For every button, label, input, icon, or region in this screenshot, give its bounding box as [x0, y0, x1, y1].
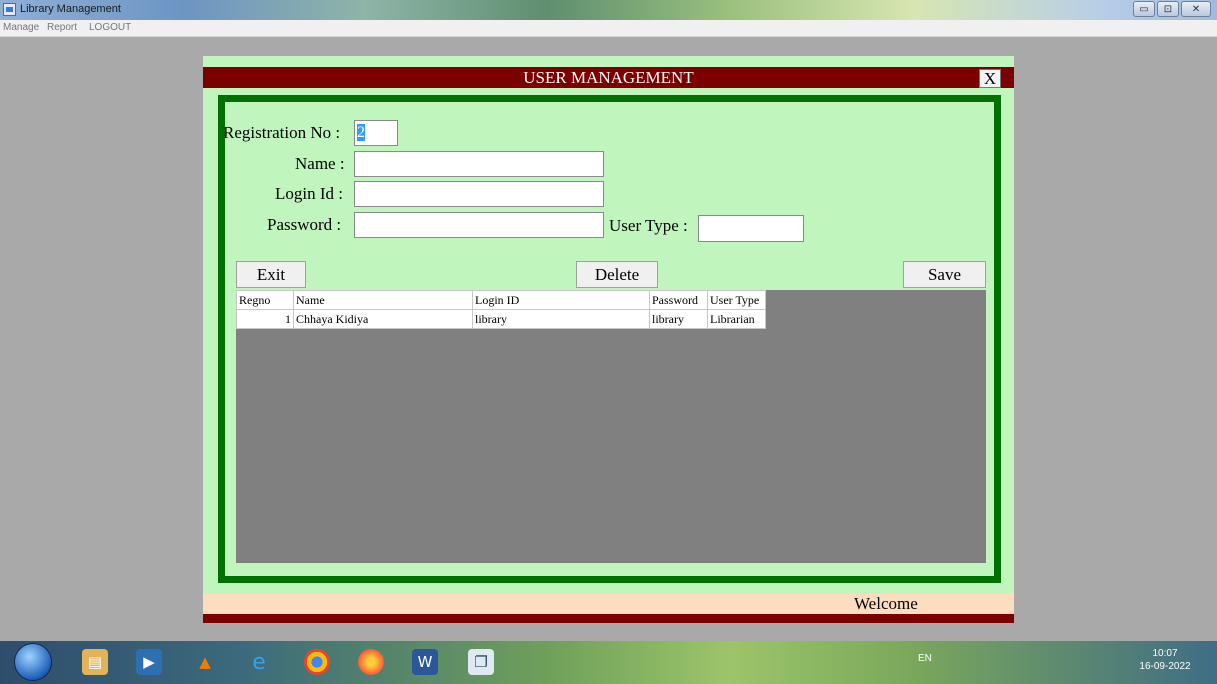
clock-date: 16-09-2022 — [1139, 661, 1191, 672]
media-player-icon[interactable]: ▶ — [136, 649, 162, 675]
column-header-password[interactable]: Password — [649, 290, 708, 310]
window-title: Library Management — [20, 3, 121, 15]
users-grid[interactable]: Regno Name Login ID Password User Type 1… — [236, 290, 986, 563]
save-button[interactable]: Save — [903, 261, 986, 288]
users-table: Regno Name Login ID Password User Type 1… — [236, 290, 766, 329]
status-divider — [203, 614, 1014, 623]
vlc-icon[interactable]: ▲ — [192, 649, 218, 675]
column-header-user-type[interactable]: User Type — [707, 290, 766, 310]
language-indicator[interactable]: EN — [918, 653, 932, 664]
cell-name[interactable]: Chhaya Kidiya — [293, 309, 473, 329]
column-header-name[interactable]: Name — [293, 290, 473, 310]
cell-password[interactable]: library — [649, 309, 708, 329]
user-type-label: User Type : — [609, 216, 688, 235]
status-text: Welcome — [854, 594, 918, 613]
login-id-label: Login Id : — [275, 184, 343, 203]
menu-item-manage[interactable]: Manage — [3, 22, 39, 33]
start-orb-icon[interactable] — [14, 643, 52, 681]
window-controls: ▭ ⊡ ✕ — [1133, 1, 1211, 17]
taskbar: ▤ ▶ ▲ e W ❐ EN 10:07 16-09-2022 — [0, 641, 1217, 684]
delete-button[interactable]: Delete — [576, 261, 658, 288]
clock-time: 10:07 — [1152, 648, 1178, 659]
window-close-button[interactable]: ✕ — [1181, 1, 1211, 17]
system-tray: EN — [918, 653, 932, 664]
regno-label: Registration No : — [223, 123, 341, 142]
regno-field[interactable]: 2 — [354, 120, 398, 146]
app-window-icon[interactable]: ❐ — [468, 649, 494, 675]
login-id-field[interactable] — [354, 181, 604, 207]
minimize-button[interactable]: ▭ — [1133, 1, 1155, 17]
menu-bar: Manage Report LOGOUT — [0, 20, 1217, 37]
column-header-login-id[interactable]: Login ID — [472, 290, 650, 310]
file-explorer-icon[interactable]: ▤ — [82, 649, 108, 675]
column-header-regno[interactable]: Regno — [236, 290, 294, 310]
form-title: USER MANAGEMENT — [203, 67, 1014, 88]
taskbar-clock[interactable]: 10:07 16-09-2022 — [1135, 647, 1195, 673]
user-type-field[interactable] — [698, 215, 804, 242]
password-label: Password : — [267, 215, 342, 234]
form-close-button[interactable]: X — [979, 69, 1001, 88]
status-bar: Welcome — [203, 594, 1014, 614]
user-management-form: USER MANAGEMENT X Registration No : 2 Na… — [203, 56, 1014, 623]
password-field[interactable] — [354, 212, 604, 238]
table-header-row: Regno Name Login ID Password User Type — [236, 290, 766, 310]
regno-value: 2 — [357, 124, 365, 141]
cell-login-id[interactable]: library — [472, 309, 650, 329]
cell-regno[interactable]: 1 — [236, 309, 294, 329]
internet-explorer-icon[interactable]: e — [246, 649, 272, 675]
cell-user-type[interactable]: Librarian — [707, 309, 766, 329]
firefox-icon[interactable] — [358, 649, 384, 675]
menu-item-logout[interactable]: LOGOUT — [89, 22, 131, 33]
window-title-bar: Library Management ▭ ⊡ ✕ — [0, 0, 1217, 20]
word-icon[interactable]: W — [412, 649, 438, 675]
exit-button[interactable]: Exit — [236, 261, 306, 288]
name-field[interactable] — [354, 151, 604, 177]
table-row[interactable]: 1 Chhaya Kidiya library library Libraria… — [236, 309, 766, 329]
menu-item-report[interactable]: Report — [47, 22, 77, 33]
app-icon — [3, 3, 16, 16]
name-label: Name : — [295, 154, 345, 173]
maximize-button[interactable]: ⊡ — [1157, 1, 1179, 17]
chrome-icon[interactable] — [304, 649, 330, 675]
